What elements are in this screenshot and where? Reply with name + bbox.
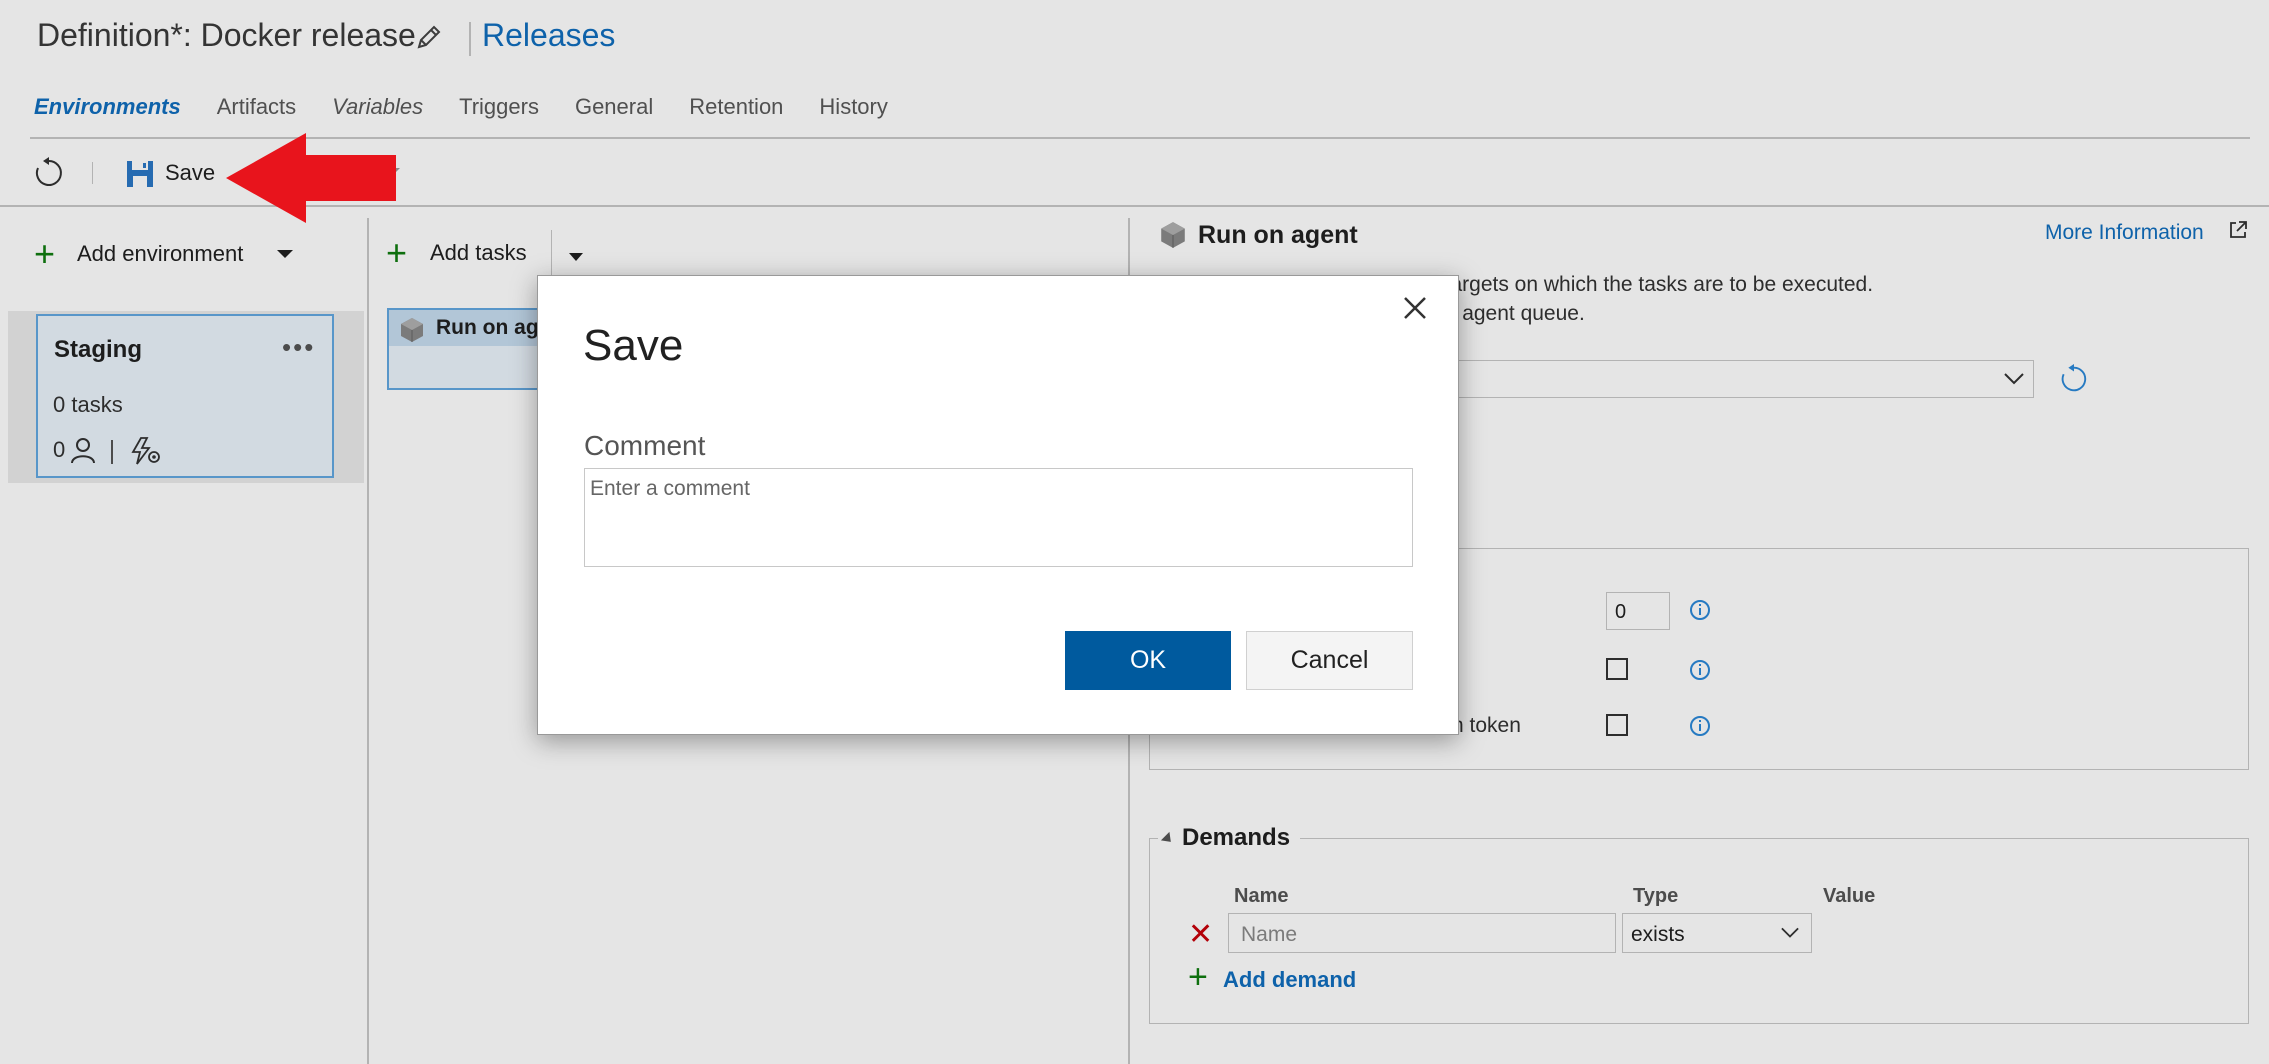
red-annotation-arrow-icon (226, 133, 396, 223)
cancel-button[interactable]: Cancel (1246, 631, 1413, 690)
close-icon[interactable] (1400, 293, 1430, 323)
comment-label: Comment (584, 430, 706, 461)
comment-input[interactable] (584, 468, 1413, 567)
release-definition-page: Definition*: Docker release Releases Env… (0, 0, 2269, 1064)
ok-button[interactable]: OK (1065, 631, 1231, 690)
dialog-title: Save (583, 321, 684, 370)
